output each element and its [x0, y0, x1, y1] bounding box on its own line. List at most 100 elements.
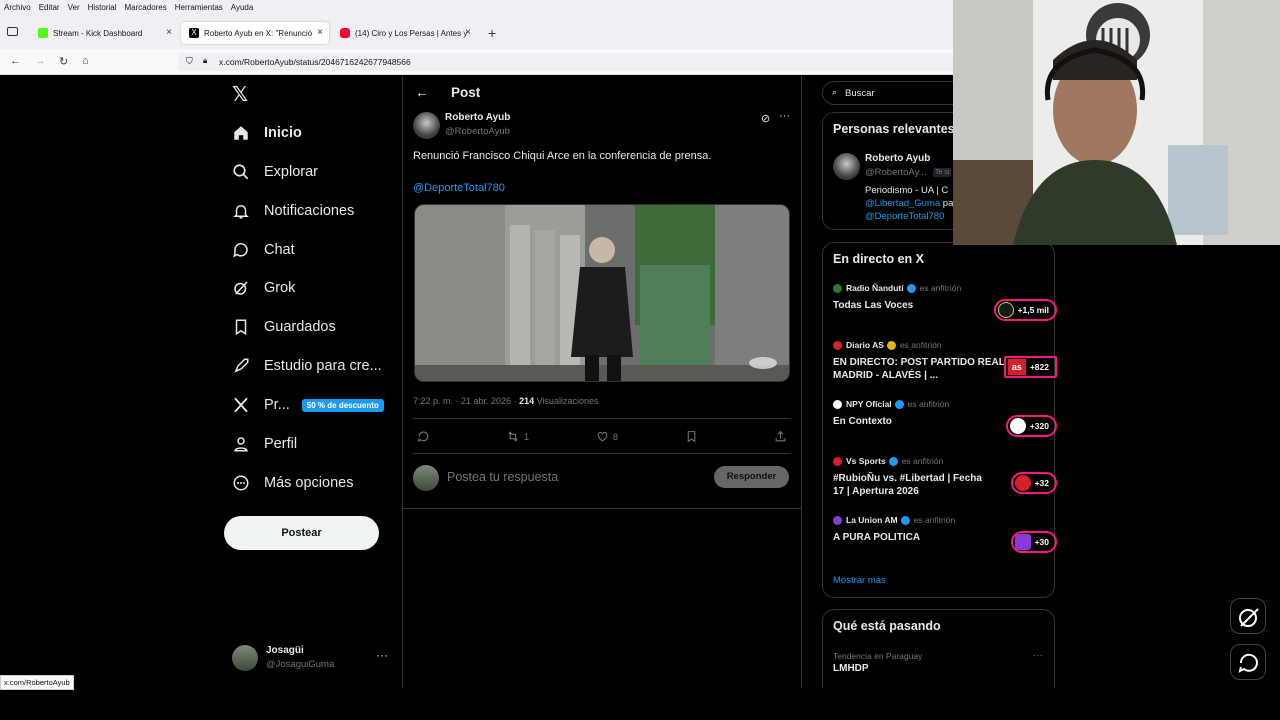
close-tab-icon[interactable]: × [166, 27, 172, 38]
views-count: 214 [519, 396, 535, 406]
live-title: #RubioÑu vs. #Libertad | Fecha 17 | Aper… [833, 473, 982, 497]
share-icon [775, 430, 786, 442]
tab-x-post[interactable]: X Roberto Ayub en X: "Renunció | × [181, 22, 329, 44]
account-handle: @JosaguiGuma [266, 659, 335, 670]
relevant-name[interactable]: Roberto Ayub [865, 153, 930, 164]
tab-kick[interactable]: Stream - Kick Dashboard × [30, 22, 178, 44]
more-icon[interactable]: ··· [779, 110, 790, 122]
reply-action[interactable] [417, 430, 430, 448]
section-title: En directo en X [833, 252, 924, 266]
menu-bar: Archivo Editar Ver Historial Marcadores … [0, 0, 955, 15]
nav-estudio[interactable]: Estudio para cre... [232, 351, 382, 381]
live-item[interactable]: NPY Oficial es anfitrión En Contexto +320 [833, 399, 1057, 437]
post-image[interactable] [414, 204, 790, 382]
show-more-link[interactable]: Mostrar más [833, 575, 886, 586]
author-avatar[interactable] [413, 112, 440, 139]
host-suffix: es anfitrión [907, 399, 950, 409]
live-listeners-pill[interactable]: +320 [1005, 415, 1057, 437]
grok-icon[interactable]: ⊘ [761, 112, 770, 125]
post-photo [415, 205, 789, 381]
share-action[interactable] [774, 430, 787, 448]
nav-chat[interactable]: Chat [232, 235, 295, 265]
back-icon[interactable]: ← [10, 55, 21, 67]
menu-archivo[interactable]: Archivo [4, 3, 31, 15]
new-tab-icon[interactable]: + [488, 25, 496, 41]
live-listeners-pill[interactable]: +30 [1010, 531, 1057, 553]
nav-notificaciones[interactable]: Notificaciones [232, 196, 354, 226]
post-mention-link[interactable]: @DeporteTotal780 [413, 182, 505, 194]
menu-herramientas[interactable]: Herramientas [175, 3, 223, 15]
relevant-handle[interactable]: @RobertoAy... [865, 167, 927, 178]
nav-inicio[interactable]: Inicio [232, 118, 302, 148]
listener-count: +30 [1034, 537, 1049, 547]
nav-explorar[interactable]: Explorar [232, 157, 318, 187]
reply-input[interactable]: Postea tu respuesta [447, 470, 558, 484]
home-icon[interactable]: ⌂ [82, 55, 89, 67]
host-avatar [833, 399, 842, 409]
webcam-image [953, 0, 1280, 245]
nav-grok[interactable]: Grok [232, 273, 295, 303]
reload-icon[interactable]: ↻ [59, 55, 68, 68]
post-time[interactable]: 7:22 p. m. · 21 abr. 2026 · [413, 396, 519, 406]
more-icon[interactable]: ··· [1033, 650, 1043, 661]
x-logo-icon[interactable]: 𝕏 [232, 82, 248, 107]
main-column: ← Post Roberto Ayub @RobertoAyub ⊘ ··· R… [403, 76, 801, 688]
live-listeners-pill[interactable]: +1,5 mil [993, 299, 1057, 321]
like-action[interactable]: 8 [596, 430, 618, 443]
search-input[interactable]: Buscar [845, 88, 875, 99]
bio-mention-link[interactable]: @Libertad_Guma [865, 198, 940, 209]
follows-you-badge: Te si [933, 168, 952, 177]
listener-count: +32 [1034, 478, 1049, 488]
lock-icon[interactable]: 🔒︎ [203, 56, 207, 66]
status-url: x.com/RobertoAyub [0, 675, 74, 690]
tab-youtube[interactable]: (14) Ciro y Los Persas | Antes y | × [332, 22, 477, 44]
close-tab-icon[interactable]: × [465, 27, 471, 38]
host-avatar [833, 515, 842, 525]
like-count: 8 [613, 431, 619, 442]
reply-button[interactable]: Responder [714, 466, 789, 488]
live-listeners-pill[interactable]: +32 [1010, 472, 1057, 494]
host-suffix: es anfitrión [899, 340, 942, 350]
trend-name[interactable]: LMHDP [833, 663, 869, 674]
menu-marcadores[interactable]: Marcadores [125, 3, 167, 15]
reply-avatar [413, 465, 439, 491]
premium-discount-badge: 50 % de descuento [301, 398, 384, 412]
live-item[interactable]: Radio Ñandutí es anfitrión Todas Las Voce… [833, 283, 1057, 321]
nav-premium[interactable]: Pr... 50 % de descuento [232, 390, 384, 420]
menu-editar[interactable]: Editar [39, 3, 60, 15]
verified-icon [894, 399, 904, 409]
nav-perfil[interactable]: Perfil [232, 429, 297, 459]
bell-icon [233, 205, 249, 219]
post-button[interactable]: Postear [224, 516, 379, 550]
url-bar[interactable]: ⛉ 🔒︎ x.com/RobertoAyub/status/2046716242… [178, 53, 955, 71]
author-name[interactable]: Roberto Ayub [445, 112, 510, 123]
grok-icon [1239, 608, 1259, 627]
relevant-avatar[interactable] [833, 153, 860, 180]
bookmark-action[interactable] [685, 430, 698, 448]
account-switcher[interactable]: Josagüi @JosaguiGuma ··· [232, 642, 398, 676]
menu-historial[interactable]: Historial [88, 3, 117, 15]
live-listeners-pill[interactable]: as +822 [1003, 356, 1057, 378]
messages-floating-button[interactable] [1230, 644, 1266, 680]
author-handle[interactable]: @RobertoAyub [445, 126, 510, 137]
chat-icon [233, 243, 248, 258]
nav-guardados[interactable]: Guardados [232, 312, 336, 342]
nav-mas-opciones[interactable]: Más opciones [232, 468, 353, 498]
back-arrow-icon[interactable]: ← [415, 84, 429, 100]
live-item[interactable]: Diario AS es anfitrión EN DIRECTO: POST P… [833, 340, 1057, 382]
forward-icon[interactable]: → [35, 55, 46, 67]
retweet-action[interactable]: 1 [506, 430, 529, 443]
more-icon[interactable]: ··· [376, 648, 388, 662]
live-item[interactable]: La Union AM es anfitrión A PURA POLITICA … [833, 515, 1057, 553]
grok-floating-button[interactable] [1230, 598, 1266, 634]
host-suffix: es anfitrión [919, 283, 962, 293]
live-item[interactable]: Vs Sports es anfitrión #RubioÑu vs. #Libe… [833, 456, 1057, 498]
tab-list-icon[interactable] [7, 27, 18, 36]
section-title: Qué está pasando [833, 619, 941, 633]
close-tab-icon[interactable]: × [317, 27, 323, 38]
shield-icon[interactable]: ⛉ [186, 56, 193, 67]
bio-mention-link[interactable]: @DeporteTotal780 [865, 210, 953, 223]
live-thumb [1014, 475, 1031, 491]
menu-ayuda[interactable]: Ayuda [231, 3, 254, 15]
menu-ver[interactable]: Ver [68, 3, 80, 15]
